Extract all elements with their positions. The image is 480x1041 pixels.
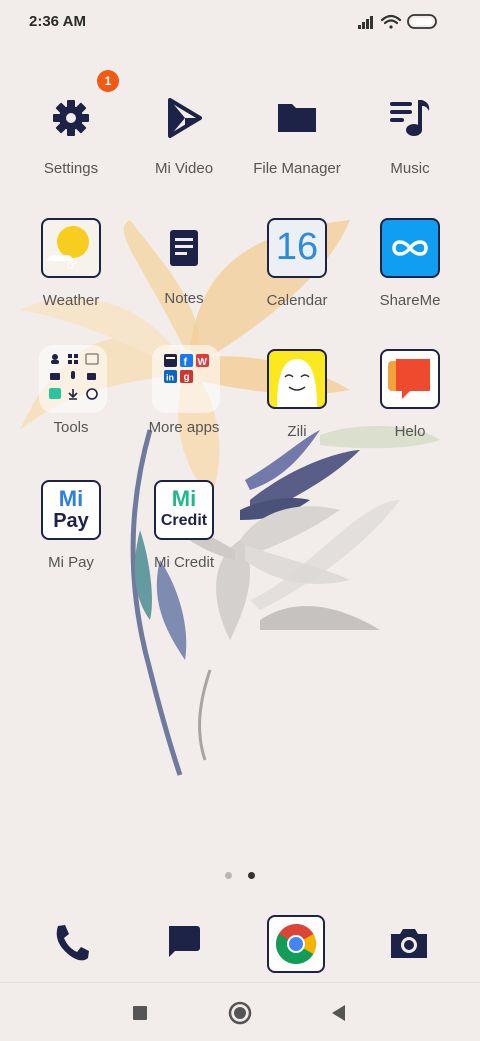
- calendar-icon: 16: [267, 218, 327, 278]
- folder-icon: [278, 104, 316, 132]
- app-label: Zili: [287, 423, 307, 440]
- svg-text:g: g: [184, 372, 190, 383]
- wifi-icon: [380, 14, 402, 29]
- shareme-icon: [380, 218, 440, 278]
- chrome-app[interactable]: [264, 912, 328, 976]
- app-zili[interactable]: Zili: [241, 347, 353, 440]
- battery-icon: [407, 14, 437, 29]
- status-bar: 2:36 AM: [0, 0, 480, 44]
- app-more-apps-folder[interactable]: f W in g More apps: [128, 345, 240, 436]
- weather-temp: 0°: [67, 260, 78, 272]
- app-notes[interactable]: Notes: [128, 216, 240, 307]
- back-triangle-icon: [332, 1005, 345, 1021]
- app-label: Settings: [43, 160, 99, 177]
- app-label: Weather: [42, 292, 100, 309]
- app-settings[interactable]: 1 Settings: [15, 70, 127, 177]
- back-button[interactable]: [325, 999, 353, 1027]
- page-indicator: [0, 866, 480, 884]
- zili-icon: [267, 349, 327, 409]
- page-dot-current[interactable]: [248, 872, 256, 879]
- play-icon: [168, 98, 202, 138]
- mi-credit-icon: Mi Credit: [154, 480, 214, 540]
- navigation-bar: [0, 982, 480, 1041]
- app-label: Notes: [164, 290, 204, 307]
- app-mi-pay[interactable]: Mi Pay Mi Pay: [15, 478, 127, 571]
- mi-credit-logo-mi: Mi: [171, 486, 197, 511]
- app-label: More apps: [148, 419, 220, 436]
- app-label: Mi Video: [154, 160, 214, 177]
- app-helo[interactable]: Helo: [354, 347, 466, 440]
- notification-badge: 1: [97, 70, 119, 92]
- dock: [0, 912, 480, 976]
- music-icon: [390, 100, 430, 136]
- app-label: Mi Credit: [153, 554, 214, 571]
- tools-folder-icon: [39, 345, 107, 413]
- app-label: Music: [390, 160, 430, 177]
- svg-text:W: W: [198, 357, 208, 368]
- app-label: Helo: [394, 423, 426, 440]
- app-calendar[interactable]: 16 Calendar: [241, 216, 353, 309]
- app-label: File Manager: [253, 160, 341, 177]
- circle-icon: [228, 1001, 252, 1025]
- app-label: Mi Pay: [48, 554, 94, 571]
- phone-app[interactable]: [38, 912, 102, 976]
- square-icon: [133, 1006, 147, 1020]
- status-time: 2:36 AM: [29, 13, 86, 30]
- camera-icon: [391, 929, 427, 958]
- chrome-icon: [267, 915, 325, 973]
- messages-icon: [169, 926, 200, 957]
- messages-app[interactable]: [151, 912, 215, 976]
- calendar-date: 16: [275, 226, 319, 268]
- app-shareme[interactable]: ShareMe: [354, 216, 466, 309]
- app-label: Calendar: [266, 292, 328, 309]
- svg-text:in: in: [166, 373, 174, 383]
- page-dot[interactable]: [224, 872, 232, 879]
- mi-credit-logo-credit: Credit: [160, 512, 208, 529]
- mi-pay-icon: Mi Pay: [41, 480, 101, 540]
- app-mi-video[interactable]: Mi Video: [128, 86, 240, 177]
- weather-icon: 0°: [41, 218, 101, 278]
- mi-pay-logo-mi: Mi: [58, 486, 84, 511]
- signal-icon: [358, 16, 373, 29]
- app-music[interactable]: Music: [354, 86, 466, 177]
- recents-button[interactable]: [126, 999, 154, 1027]
- app-weather[interactable]: 0° Weather: [15, 216, 127, 309]
- status-icons: [356, 12, 452, 32]
- phone-icon: [56, 925, 89, 961]
- mi-pay-logo-pay: Pay: [53, 510, 89, 532]
- app-mi-credit[interactable]: Mi Credit Mi Credit: [128, 478, 240, 571]
- app-label: Tools: [53, 419, 89, 436]
- app-tools-folder[interactable]: Tools: [15, 345, 127, 436]
- more-apps-folder-icon: f W in g: [152, 345, 220, 413]
- helo-icon: [380, 349, 440, 409]
- svg-text:f: f: [184, 357, 188, 369]
- gear-icon: [53, 100, 89, 136]
- app-label: ShareMe: [379, 292, 441, 309]
- camera-app[interactable]: [377, 912, 441, 976]
- app-file-manager[interactable]: File Manager: [241, 86, 353, 177]
- home-button[interactable]: [226, 999, 254, 1027]
- notes-icon: [170, 230, 198, 266]
